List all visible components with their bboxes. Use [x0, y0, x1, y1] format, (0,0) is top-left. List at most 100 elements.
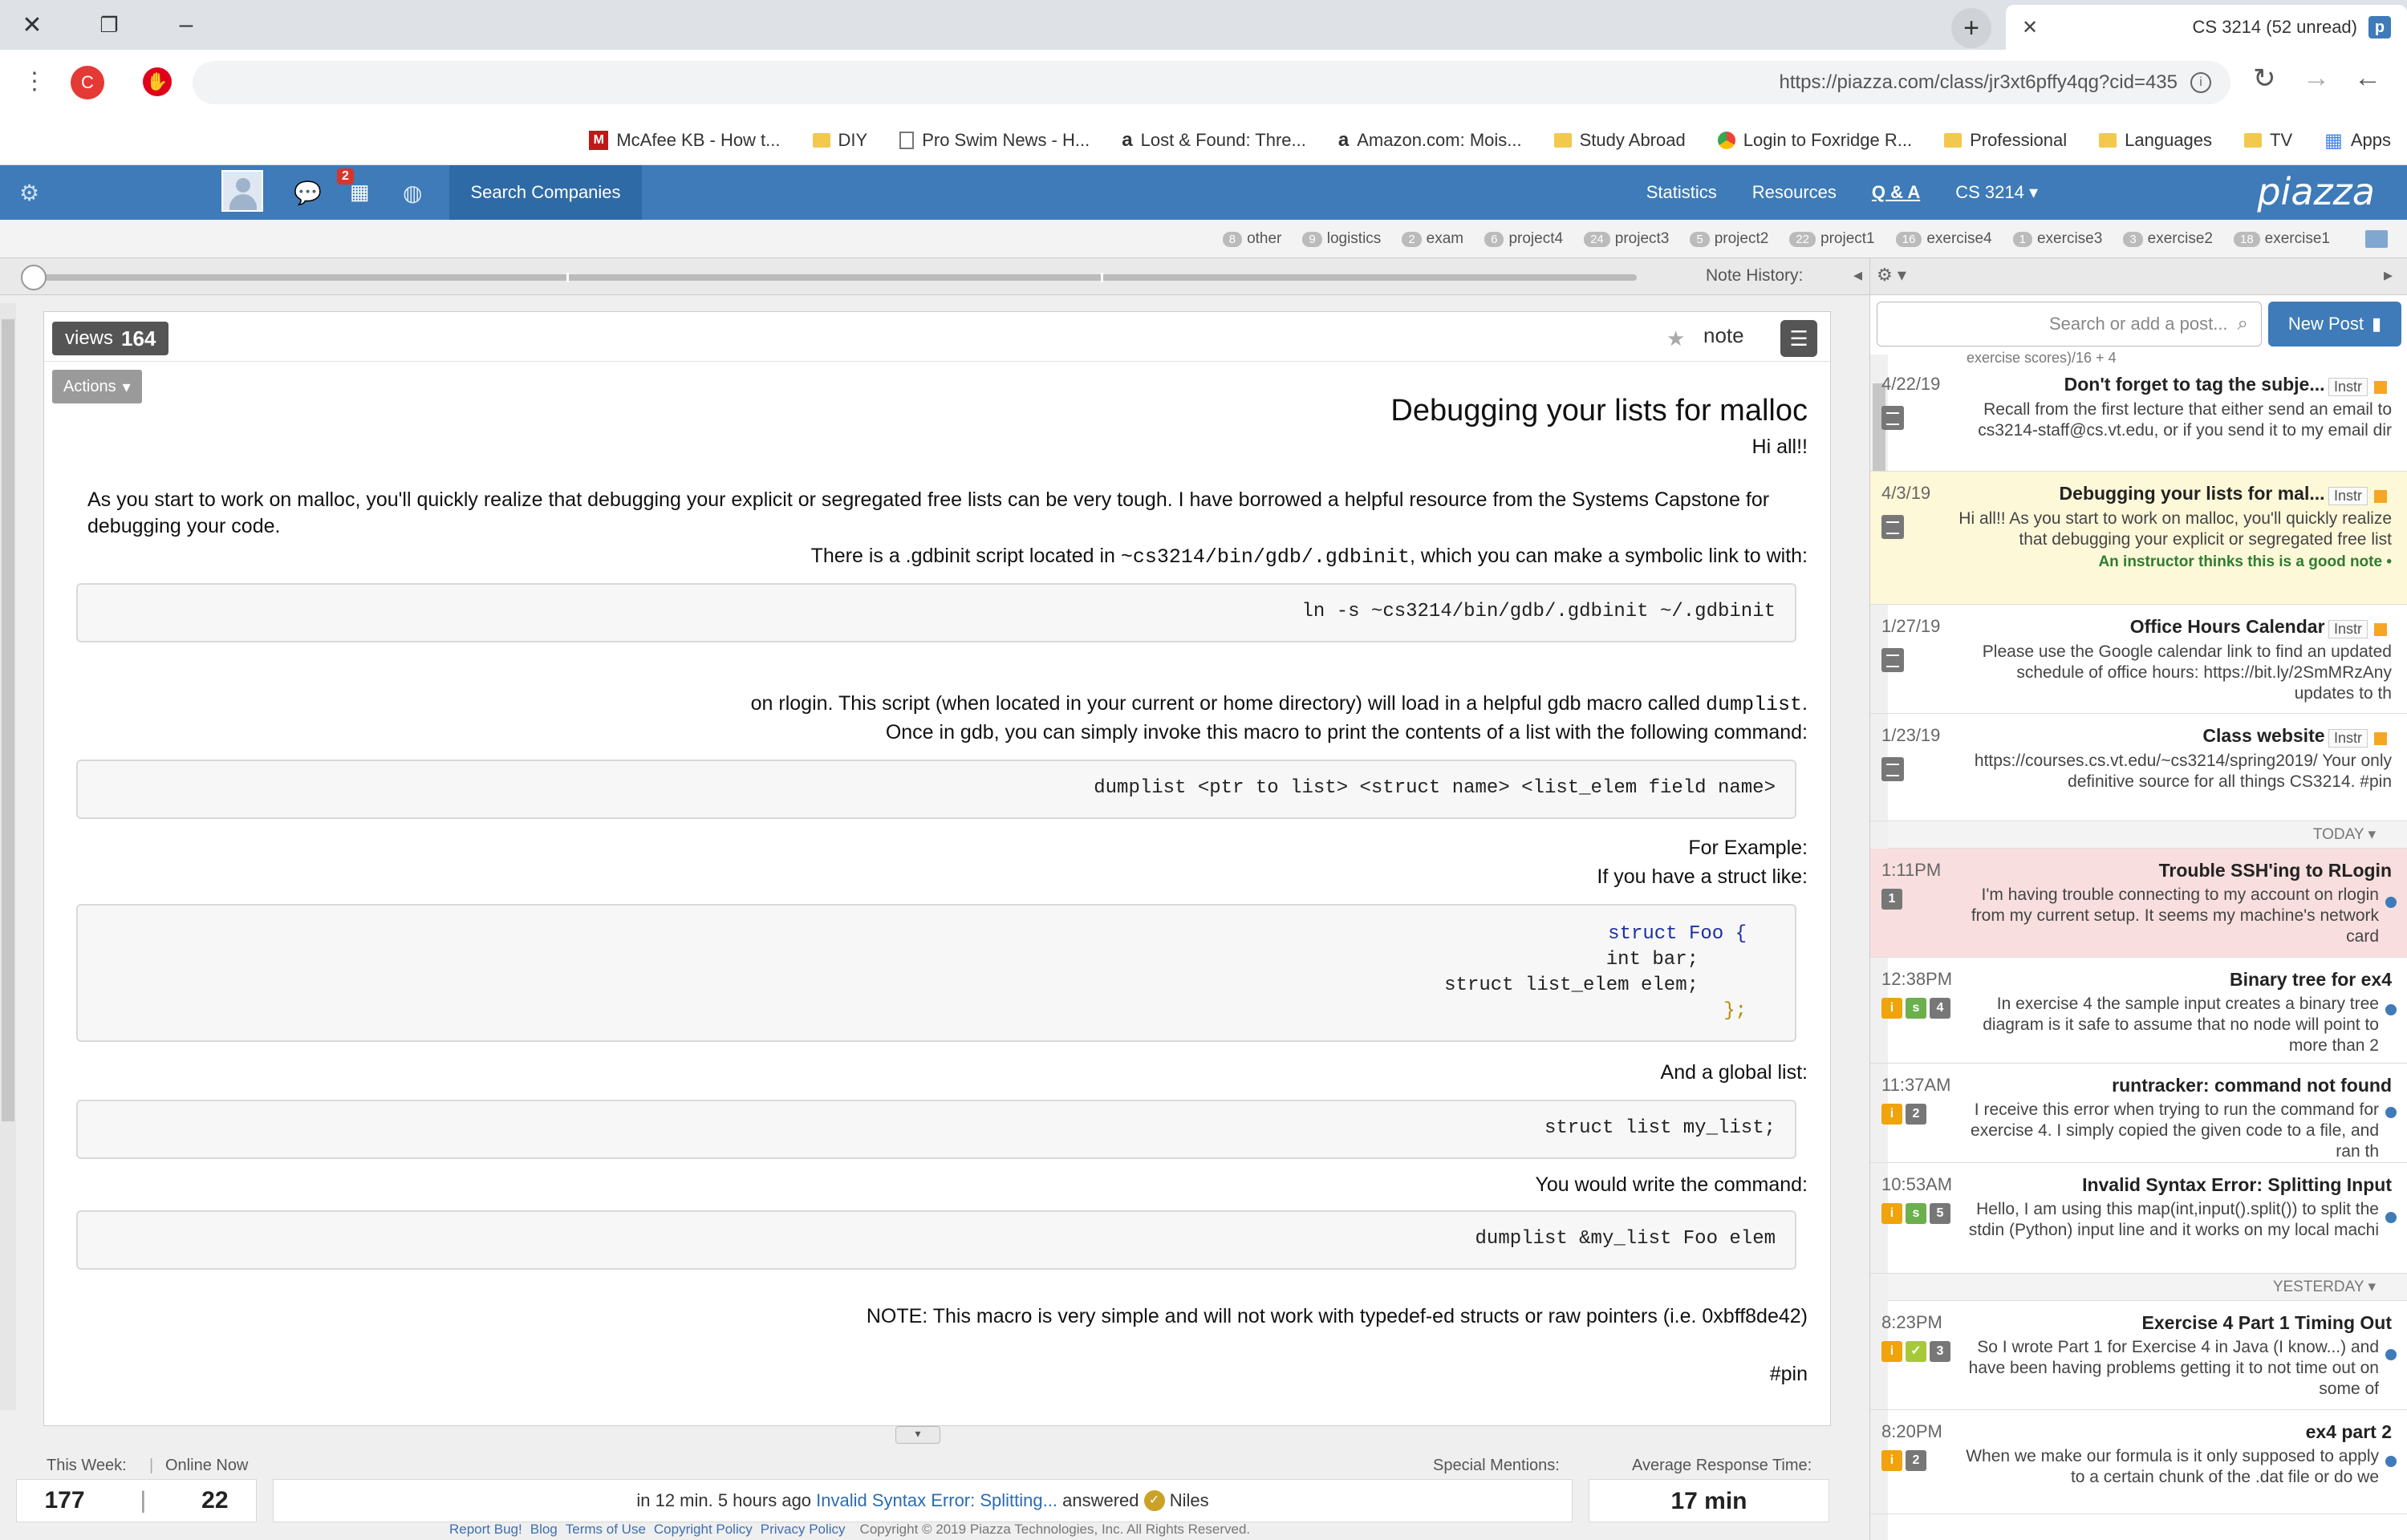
feed-item-time: 11:37AM — [1881, 1075, 1951, 1095]
piazza-top-nav: ⚙ 💬 ▦ 2 ◍ Search Companies CS 3214 ▾ Q &… — [0, 165, 2407, 220]
minimize-window-icon[interactable]: – — [154, 0, 218, 50]
bookmark-apps[interactable]: ▦ Apps — [2324, 129, 2391, 152]
folders-icon[interactable] — [2365, 230, 2388, 248]
bookmark-mcafee[interactable]: M McAfee KB - How t... — [589, 130, 781, 151]
would-write-label: You would write the command: — [1535, 1173, 1808, 1196]
feed-group-header[interactable]: YESTERDAY ▾ — [1888, 1274, 2407, 1301]
restore-window-icon[interactable]: ❐ — [77, 0, 141, 50]
folder-exam[interactable]: 2 exam — [1402, 230, 1463, 248]
menu-kebab-icon[interactable]: ⋮ — [22, 67, 47, 95]
footer-link-copyright[interactable]: Copyright Policy — [654, 1522, 753, 1538]
active-tab[interactable]: ✕ CS 3214 (52 unread) p — [2006, 5, 2407, 50]
good-question-badge: ✓ — [1906, 1341, 1926, 1362]
piazza-logo[interactable]: piazza — [2257, 170, 2375, 213]
bookmarks-bar: ▦ Apps TV Languages Professional Login to… — [0, 116, 2407, 165]
bookmark-professional[interactable]: Professional — [1944, 130, 2067, 151]
panel-toggle-icon[interactable]: ◂ — [1853, 265, 1862, 286]
folder-exercise1[interactable]: 18 exercise1 — [2233, 230, 2330, 248]
feed-search-input[interactable]: Search or add a post... ⌕ — [1877, 302, 2262, 346]
bookmark-languages[interactable]: Languages — [2099, 130, 2212, 151]
close-window-icon[interactable]: ✕ — [0, 0, 64, 50]
folder-other[interactable]: 8 other — [1222, 230, 1281, 248]
feed-item[interactable]: 8:20PM ex4 part 2 i 2 When we make our formu… — [1870, 1410, 2407, 1514]
messages-icon[interactable]: 💬 — [294, 180, 322, 206]
feed-item-time: 8:23PM — [1881, 1312, 1942, 1332]
bookmark-tv[interactable]: TV — [2244, 130, 2292, 151]
folder-logistics[interactable]: 9 logistics — [1302, 230, 1381, 248]
bookmark-diy[interactable]: DIY — [812, 130, 867, 151]
folder-exercise3[interactable]: 1 exercise3 — [2012, 230, 2102, 248]
feed-item[interactable]: 4/22/19 Don't forget to tag the subje... … — [1870, 363, 2407, 472]
folder-project1[interactable]: 22 project1 — [1789, 230, 1875, 248]
instructor-answer-badge: i — [1881, 1104, 1902, 1125]
feed-item[interactable]: 1:11PM Trouble SSH'ing to RLogin 1 I'm havi… — [1870, 849, 2407, 958]
forward-icon[interactable]: → — [2303, 63, 2330, 94]
adblock-extension-icon[interactable]: ✋ — [143, 67, 172, 96]
bookmark-study-abroad[interactable]: Study Abroad — [1553, 130, 1686, 151]
site-info-icon[interactable]: i — [2190, 72, 2211, 93]
new-tab-icon[interactable]: + — [1951, 8, 1991, 48]
footer-link-blog[interactable]: Blog — [530, 1522, 558, 1538]
folder-exercise4[interactable]: 16 exercise4 — [1895, 230, 1992, 248]
folder-project3[interactable]: 24 project3 — [1584, 230, 1669, 248]
post-paragraph-4: Once in gdb, you can simply invoke this … — [885, 721, 1808, 744]
folder-project2[interactable]: 5 project2 — [1690, 230, 1768, 248]
feed-toolbar: ⚙ ▾ ▸ — [1870, 258, 2407, 295]
this-week-label: This Week: — [47, 1457, 127, 1474]
footer-link-privacy[interactable]: Privacy Policy — [761, 1522, 846, 1538]
folder-icon — [1944, 133, 1963, 148]
feed-item[interactable]: 4/3/19 Debugging your lists for mal... In… — [1870, 472, 2407, 605]
globe-icon[interactable]: ◍ — [403, 180, 422, 206]
feed-item[interactable]: 1/23/19 Class website Instr https://course… — [1870, 714, 2407, 821]
bookmark-foxridge[interactable]: Login to Foxridge R... — [1717, 130, 1912, 151]
address-bar[interactable]: https://piazza.com/class/jr3xt6pffy4qg?c… — [193, 61, 2230, 104]
post-menu-icon[interactable]: ☰ — [1780, 320, 1817, 357]
main-scrollbar[interactable] — [0, 303, 16, 1410]
settings-gear-icon[interactable]: ⚙ — [19, 180, 39, 206]
feed-item[interactable]: 12:38PM Binary tree for ex4 i s 4 In exercise… — [1870, 958, 2407, 1064]
bookmark-swim-news[interactable]: Pro Swim News - H... — [899, 130, 1090, 151]
actions-dropdown[interactable]: Actions ▾ — [52, 370, 142, 403]
tab-statistics[interactable]: Statistics — [1646, 182, 1717, 203]
bookmark-lost-found[interactable]: a Lost & Found: Thre... — [1122, 129, 1306, 152]
post-header: views 164 ★ note ☰ — [44, 312, 1832, 362]
class-selector[interactable]: CS 3214 ▾ — [1955, 182, 2038, 203]
history-slider-track[interactable] — [27, 274, 1637, 281]
search-companies-button[interactable]: Search Companies — [449, 165, 642, 220]
feed-item[interactable]: 1/27/19 Office Hours Calendar Instr Please… — [1870, 605, 2407, 714]
collapse-feed-icon[interactable]: ▸ — [2384, 265, 2393, 286]
answer-count-badge: 2 — [1906, 1450, 1926, 1471]
history-slider-handle[interactable] — [21, 265, 47, 290]
tab-qa[interactable]: Q & A — [1872, 182, 1920, 203]
instructor-label: Instr — [2328, 378, 2368, 397]
tab-resources[interactable]: Resources — [1752, 182, 1837, 203]
avg-response-value: 17 min — [1589, 1479, 1829, 1522]
expand-footer-icon[interactable]: ▾ — [895, 1426, 940, 1444]
folder-project4[interactable]: 6 project4 — [1484, 230, 1563, 248]
footer-link-report[interactable]: Report Bug! — [449, 1522, 522, 1538]
folder-exercise2[interactable]: 3 exercise2 — [2123, 230, 2213, 248]
post-paragraph-3: on rlogin. This script (when located in … — [750, 692, 1808, 716]
tab-title: CS 3214 (52 unread) — [2192, 17, 2357, 37]
feed-settings-icon[interactable]: ⚙ ▾ — [1877, 265, 1906, 286]
feed-item[interactable]: 10:53AM Invalid Syntax Error: Splitting I… — [1870, 1163, 2407, 1274]
feed-item[interactable]: 11:37AM runtracker: command not found i 2 I … — [1870, 1064, 2407, 1163]
reload-icon[interactable]: ↻ — [2253, 63, 2276, 95]
unread-dot — [2385, 1456, 2397, 1467]
note-icon — [1881, 515, 1904, 539]
bookmark-amazon[interactable]: a Amazon.com: Mois... — [1338, 129, 1522, 152]
instructor-label: Instr — [2328, 487, 2368, 506]
folder-icon — [812, 133, 830, 148]
footer-link-terms[interactable]: Terms of Use — [566, 1522, 646, 1538]
new-post-button[interactable]: New Post ▮ — [2268, 302, 2401, 346]
feed-item-time: 1/27/19 — [1881, 616, 1941, 636]
back-icon[interactable]: ← — [2354, 63, 2381, 94]
user-avatar[interactable] — [221, 170, 263, 212]
tab-close-icon[interactable]: ✕ — [2022, 16, 2038, 39]
piazza-favicon: p — [2368, 16, 2391, 38]
profile-avatar[interactable]: C — [71, 66, 104, 99]
favorite-star-icon[interactable]: ★ — [1666, 326, 1685, 351]
mention-link[interactable]: Invalid Syntax Error: Splitting... — [816, 1490, 1057, 1511]
feed-group-header[interactable]: TODAY ▾ — [1888, 821, 2407, 849]
feed-item[interactable]: 8:23PM Exercise 4 Part 1 Timing Out i ✓ 3 So … — [1870, 1301, 2407, 1410]
